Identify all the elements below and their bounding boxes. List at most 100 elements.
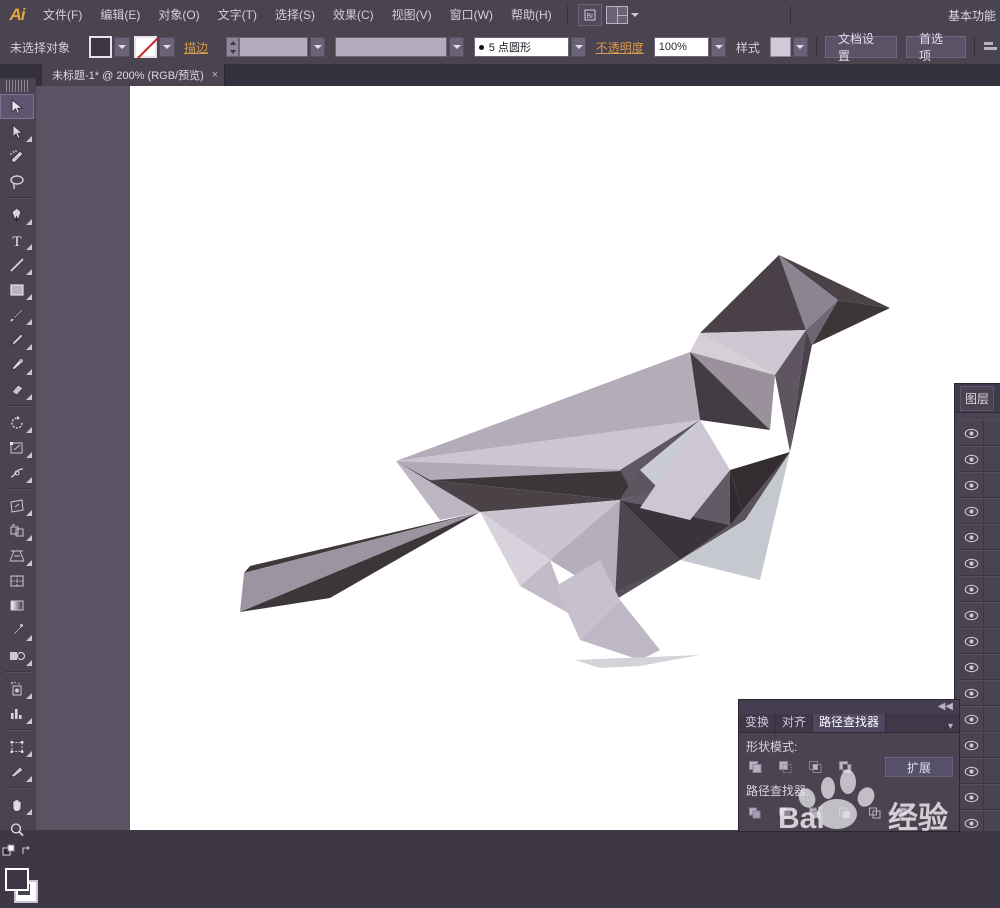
menu-select[interactable]: 选择(S) xyxy=(266,0,324,30)
close-icon[interactable]: × xyxy=(212,69,218,81)
layer-row[interactable] xyxy=(959,784,1000,810)
pen-tool[interactable] xyxy=(0,202,34,227)
stroke-swatch[interactable] xyxy=(134,36,158,58)
menu-window[interactable]: 窗口(W) xyxy=(441,0,502,30)
menu-type[interactable]: 文字(T) xyxy=(209,0,266,30)
document-tab[interactable]: 未标题-1* @ 200% (RGB/预览) × xyxy=(42,64,226,86)
bridge-icon[interactable]: Br xyxy=(577,4,602,26)
layer-row[interactable] xyxy=(959,550,1000,576)
minus-back-button[interactable] xyxy=(895,804,915,822)
stroke-weight-field[interactable] xyxy=(239,37,309,57)
eye-icon[interactable] xyxy=(959,532,983,543)
panel-grip-icon[interactable] xyxy=(6,80,30,92)
stroke-profile-dropdown[interactable] xyxy=(449,37,465,57)
stroke-label[interactable]: 描边 xyxy=(184,39,208,56)
pathfinder-panel-titlebar[interactable]: ◀◀ xyxy=(739,700,959,714)
layer-row[interactable] xyxy=(959,472,1000,498)
layer-row[interactable] xyxy=(959,758,1000,784)
unite-button[interactable] xyxy=(745,758,765,776)
layer-target-column[interactable] xyxy=(983,681,998,705)
layer-row[interactable] xyxy=(959,576,1000,602)
eye-icon[interactable] xyxy=(959,662,983,673)
workspace-switcher[interactable]: 基本功能 xyxy=(948,7,1000,24)
brush-definition-dropdown[interactable] xyxy=(571,37,587,57)
eye-icon[interactable] xyxy=(959,584,983,595)
tab-align[interactable]: 对齐 xyxy=(776,712,814,732)
eye-icon[interactable] xyxy=(959,766,983,777)
exclude-button[interactable] xyxy=(835,758,855,776)
layer-target-column[interactable] xyxy=(983,551,998,575)
layer-target-column[interactable] xyxy=(983,603,998,627)
eraser-tool[interactable] xyxy=(0,377,34,402)
layer-target-column[interactable] xyxy=(983,421,998,445)
eye-icon[interactable] xyxy=(959,506,983,517)
symbol-sprayer-tool[interactable] xyxy=(0,676,34,701)
tab-pathfinder[interactable]: 路径查找器 xyxy=(813,711,887,732)
stroke-weight-stepper[interactable] xyxy=(226,37,240,57)
document-setup-button[interactable]: 文档设置 xyxy=(825,32,897,63)
perspective-grid-tool[interactable] xyxy=(0,543,34,568)
eye-icon[interactable] xyxy=(959,558,983,569)
width-tool[interactable] xyxy=(0,460,34,485)
layer-target-column[interactable] xyxy=(983,707,998,731)
layer-target-column[interactable] xyxy=(983,525,998,549)
layer-row[interactable] xyxy=(959,628,1000,654)
artboard-tool[interactable] xyxy=(0,734,34,759)
column-graph-tool[interactable] xyxy=(0,701,34,726)
layer-target-column[interactable] xyxy=(983,785,998,809)
free-transform-tool[interactable] xyxy=(0,493,34,518)
mesh-tool[interactable] xyxy=(0,568,34,593)
layer-row[interactable] xyxy=(959,680,1000,706)
fill-swatch[interactable] xyxy=(89,36,113,58)
eye-icon[interactable] xyxy=(959,714,983,725)
layer-target-column[interactable] xyxy=(983,473,998,497)
type-tool[interactable]: T xyxy=(0,227,34,252)
eye-icon[interactable] xyxy=(959,454,983,465)
style-dropdown[interactable] xyxy=(792,37,809,57)
merge-button[interactable] xyxy=(805,804,825,822)
eye-icon[interactable] xyxy=(959,636,983,647)
rotate-tool[interactable] xyxy=(0,410,34,435)
fill-dropdown[interactable] xyxy=(114,37,130,57)
trim-button[interactable] xyxy=(775,804,795,822)
opacity-dropdown[interactable] xyxy=(711,37,727,57)
lasso-tool[interactable] xyxy=(0,169,34,194)
tab-transform[interactable]: 变换 xyxy=(739,712,777,732)
crop-button[interactable] xyxy=(835,804,855,822)
collapse-panel-icon[interactable]: ◀◀ xyxy=(938,701,953,712)
tab-layers[interactable]: 图层 xyxy=(960,385,995,411)
magic-wand-tool[interactable] xyxy=(0,144,34,169)
selection-tool[interactable] xyxy=(0,94,34,119)
expand-button[interactable]: 扩展 xyxy=(885,757,953,777)
stroke-weight-dropdown[interactable] xyxy=(310,37,326,57)
menu-object[interactable]: 对象(O) xyxy=(149,0,208,30)
layer-row[interactable] xyxy=(959,810,1000,836)
eye-icon[interactable] xyxy=(959,740,983,751)
layers-list[interactable] xyxy=(959,420,1000,836)
blob-brush-tool[interactable] xyxy=(0,352,34,377)
layer-row[interactable] xyxy=(959,602,1000,628)
pencil-tool[interactable] xyxy=(0,327,34,352)
swap-fill-stroke-icon[interactable] xyxy=(21,845,34,857)
layer-row[interactable] xyxy=(959,732,1000,758)
layer-row[interactable] xyxy=(959,498,1000,524)
arrange-documents-icon[interactable] xyxy=(606,5,640,25)
hand-tool[interactable] xyxy=(0,792,34,817)
scale-tool[interactable] xyxy=(0,435,34,460)
opacity-label[interactable]: 不透明度 xyxy=(596,39,644,56)
layer-target-column[interactable] xyxy=(983,811,998,835)
brush-definition-field[interactable]: 5 点圆形 xyxy=(473,37,569,57)
align-icon[interactable] xyxy=(983,40,1000,54)
layer-row[interactable] xyxy=(959,706,1000,732)
menu-file[interactable]: 文件(F) xyxy=(34,0,91,30)
eye-icon[interactable] xyxy=(959,688,983,699)
menu-help[interactable]: 帮助(H) xyxy=(502,0,561,30)
blend-tool[interactable] xyxy=(0,643,34,668)
preferences-button[interactable]: 首选项 xyxy=(905,32,967,63)
line-segment-tool[interactable] xyxy=(0,252,34,277)
eye-icon[interactable] xyxy=(959,792,983,803)
eye-icon[interactable] xyxy=(959,480,983,491)
paintbrush-tool[interactable] xyxy=(0,302,34,327)
stroke-profile-field[interactable] xyxy=(334,37,448,57)
slice-tool[interactable] xyxy=(0,759,34,784)
